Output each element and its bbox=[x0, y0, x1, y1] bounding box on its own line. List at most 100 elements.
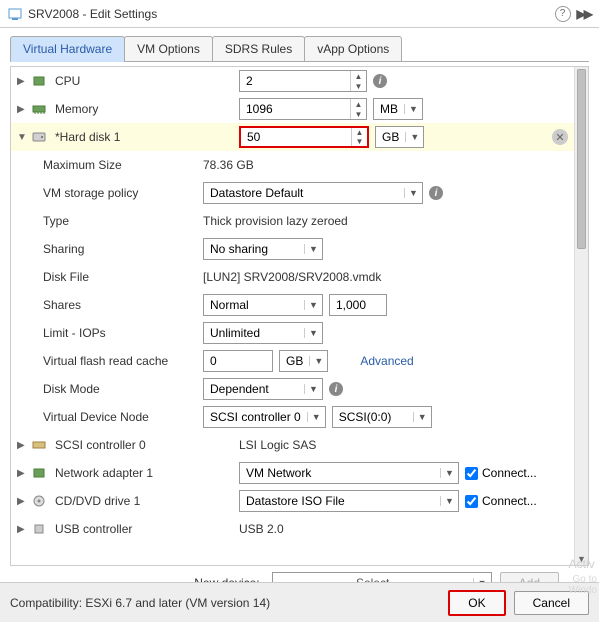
tab-vapp-options[interactable]: vApp Options bbox=[304, 36, 402, 62]
tab-sdrs-rules[interactable]: SDRS Rules bbox=[212, 36, 305, 62]
memory-unit-dropdown[interactable]: MB▼ bbox=[373, 98, 423, 120]
chevron-down-icon[interactable]: ▼ bbox=[413, 412, 431, 422]
vmpolicy-label: VM storage policy bbox=[17, 186, 203, 200]
chevron-down-icon[interactable]: ▼ bbox=[405, 132, 423, 142]
vertical-scrollbar[interactable]: ▲ ▼ bbox=[574, 67, 588, 565]
shares-label: Shares bbox=[17, 298, 203, 312]
tab-vm-options[interactable]: VM Options bbox=[124, 36, 213, 62]
harddisk-unit-dropdown[interactable]: GB▼ bbox=[375, 126, 424, 148]
limit-value: Unlimited bbox=[204, 326, 304, 340]
vdn-position: SCSI(0:0) bbox=[333, 410, 413, 424]
cancel-button[interactable]: Cancel bbox=[514, 591, 589, 615]
diskfile-label: Disk File bbox=[17, 270, 203, 284]
chevron-down-icon[interactable]: ▼ bbox=[309, 356, 327, 366]
diskmode-value: Dependent bbox=[204, 382, 304, 396]
expand-toggle[interactable]: ▶ bbox=[17, 524, 31, 535]
chevron-down-icon[interactable]: ▼ bbox=[440, 496, 458, 506]
sharing-label: Sharing bbox=[17, 242, 203, 256]
network-icon bbox=[31, 466, 47, 480]
cpu-value[interactable] bbox=[240, 71, 350, 91]
chevron-down-icon[interactable]: ▼ bbox=[304, 384, 322, 394]
shares-count-input[interactable] bbox=[329, 294, 387, 316]
ok-button[interactable]: OK bbox=[448, 590, 505, 616]
scsi-label: SCSI controller 0 bbox=[53, 438, 239, 452]
cdrom-connect-checkbox[interactable]: Connect... bbox=[465, 494, 537, 508]
flash-value-input[interactable] bbox=[203, 350, 273, 372]
type-value: Thick provision lazy zeroed bbox=[203, 214, 348, 228]
chevron-down-icon[interactable]: ▼ bbox=[304, 244, 322, 254]
flash-label: Virtual flash read cache bbox=[17, 354, 203, 368]
cpu-label: CPU bbox=[53, 74, 239, 88]
diskmode-dropdown[interactable]: Dependent▼ bbox=[203, 378, 323, 400]
diskfile-value: [LUN2] SRV2008/SRV2008.vmdk bbox=[203, 270, 381, 284]
scroll-down-icon[interactable]: ▼ bbox=[575, 553, 588, 565]
chevron-down-icon[interactable]: ▼ bbox=[404, 188, 422, 198]
vm-settings-icon bbox=[8, 7, 22, 21]
expand-toggle[interactable]: ▶ bbox=[17, 76, 31, 87]
shares-value: Normal bbox=[204, 298, 304, 312]
scroll-thumb[interactable] bbox=[577, 69, 586, 249]
scsi-value: LSI Logic SAS bbox=[239, 438, 316, 452]
network-label: Network adapter 1 bbox=[53, 466, 239, 480]
down-arrow-icon[interactable]: ▼ bbox=[351, 109, 366, 119]
chevron-down-icon[interactable]: ▼ bbox=[304, 328, 322, 338]
flash-unit-dropdown[interactable]: GB▼ bbox=[279, 350, 328, 372]
harddisk-label: *Hard disk 1 bbox=[53, 130, 239, 144]
expand-toggle[interactable]: ▶ bbox=[17, 440, 31, 451]
flash-unit: GB bbox=[280, 354, 309, 368]
tab-virtual-hardware[interactable]: Virtual Hardware bbox=[10, 36, 125, 62]
connect-label: Connect... bbox=[482, 466, 537, 480]
info-icon[interactable]: i bbox=[329, 382, 343, 396]
cpu-spinner[interactable]: ▲▼ bbox=[239, 70, 367, 92]
down-arrow-icon[interactable]: ▼ bbox=[351, 81, 366, 91]
harddisk-size-value[interactable] bbox=[241, 128, 351, 146]
usb-label: USB controller bbox=[53, 522, 239, 536]
vdn-position-dropdown[interactable]: SCSI(0:0)▼ bbox=[332, 406, 432, 428]
network-dropdown[interactable]: VM Network▼ bbox=[239, 462, 459, 484]
memory-label: Memory bbox=[53, 102, 239, 116]
expand-toggle[interactable]: ▼ bbox=[17, 132, 31, 143]
diskmode-label: Disk Mode bbox=[17, 382, 203, 396]
cdrom-icon bbox=[31, 494, 47, 508]
remove-device-icon[interactable]: ✕ bbox=[552, 129, 568, 145]
cdrom-dropdown[interactable]: Datastore ISO File▼ bbox=[239, 490, 459, 512]
chevron-down-icon[interactable]: ▼ bbox=[304, 300, 322, 310]
up-arrow-icon[interactable]: ▲ bbox=[351, 71, 366, 81]
advanced-link[interactable]: Advanced bbox=[360, 354, 413, 368]
info-icon[interactable]: i bbox=[373, 74, 387, 88]
network-connect-checkbox[interactable]: Connect... bbox=[465, 466, 537, 480]
maxsize-label: Maximum Size bbox=[17, 158, 203, 172]
memory-value[interactable] bbox=[240, 99, 350, 119]
sharing-dropdown[interactable]: No sharing▼ bbox=[203, 238, 323, 260]
expand-toggle[interactable]: ▶ bbox=[17, 496, 31, 507]
limit-dropdown[interactable]: Unlimited▼ bbox=[203, 322, 323, 344]
limit-label: Limit - IOPs bbox=[17, 326, 203, 340]
expand-toggle[interactable]: ▶ bbox=[17, 468, 31, 479]
harddisk-icon bbox=[31, 130, 47, 144]
shares-dropdown[interactable]: Normal▼ bbox=[203, 294, 323, 316]
compatibility-text: Compatibility: ESXi 6.7 and later (VM ve… bbox=[10, 596, 270, 610]
cpu-icon bbox=[31, 74, 47, 88]
vmpolicy-dropdown[interactable]: Datastore Default▼ bbox=[203, 182, 423, 204]
expand-toggle[interactable]: ▶ bbox=[17, 104, 31, 115]
dialog-title: SRV2008 - Edit Settings bbox=[28, 7, 157, 21]
up-arrow-icon[interactable]: ▲ bbox=[351, 99, 366, 109]
expand-icon[interactable]: ▶▶ bbox=[577, 7, 591, 21]
scsi-icon bbox=[31, 438, 47, 452]
connect-label: Connect... bbox=[482, 494, 537, 508]
chevron-down-icon[interactable]: ▼ bbox=[440, 468, 458, 478]
memory-icon bbox=[31, 102, 47, 116]
help-icon[interactable]: ? bbox=[555, 6, 571, 22]
harddisk-size-spinner[interactable]: ▲▼ bbox=[239, 126, 369, 148]
info-icon[interactable]: i bbox=[429, 186, 443, 200]
maxsize-value: 78.36 GB bbox=[203, 158, 254, 172]
vdn-label: Virtual Device Node bbox=[17, 410, 203, 424]
cdrom-label: CD/DVD drive 1 bbox=[53, 494, 239, 508]
chevron-down-icon[interactable]: ▼ bbox=[307, 412, 325, 422]
down-arrow-icon[interactable]: ▼ bbox=[352, 137, 367, 146]
chevron-down-icon[interactable]: ▼ bbox=[404, 104, 422, 114]
up-arrow-icon[interactable]: ▲ bbox=[352, 128, 367, 137]
sharing-value: No sharing bbox=[204, 242, 304, 256]
vdn-controller-dropdown[interactable]: SCSI controller 0▼ bbox=[203, 406, 326, 428]
memory-spinner[interactable]: ▲▼ bbox=[239, 98, 367, 120]
